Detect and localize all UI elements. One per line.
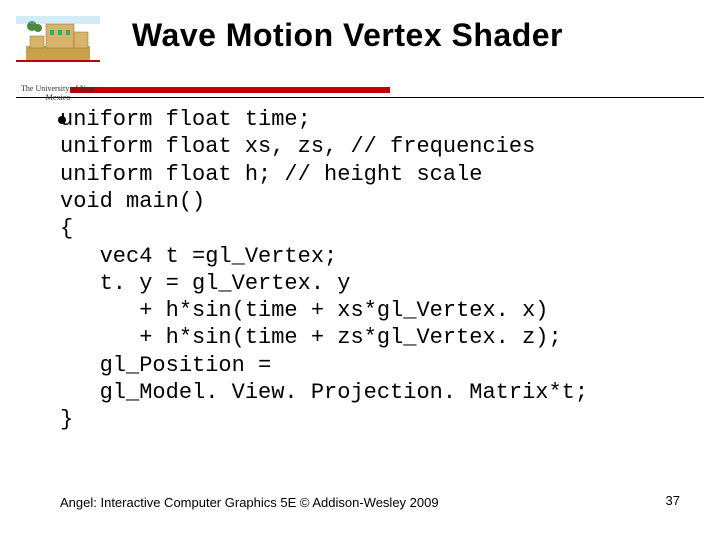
content-area: uniform float time; uniform float xs, zs… (0, 106, 720, 433)
logo-area: The University of New Mexico (16, 16, 100, 102)
divider-thick (70, 87, 390, 93)
university-label: The University of New Mexico (16, 84, 100, 102)
divider-thin (16, 97, 704, 98)
footer-citation: Angel: Interactive Computer Graphics 5E … (60, 495, 439, 510)
page-title: Wave Motion Vertex Shader (132, 18, 720, 53)
page-number: 37 (666, 493, 680, 508)
code-block: uniform float time; uniform float xs, zs… (60, 106, 720, 433)
unm-logo (16, 16, 100, 62)
